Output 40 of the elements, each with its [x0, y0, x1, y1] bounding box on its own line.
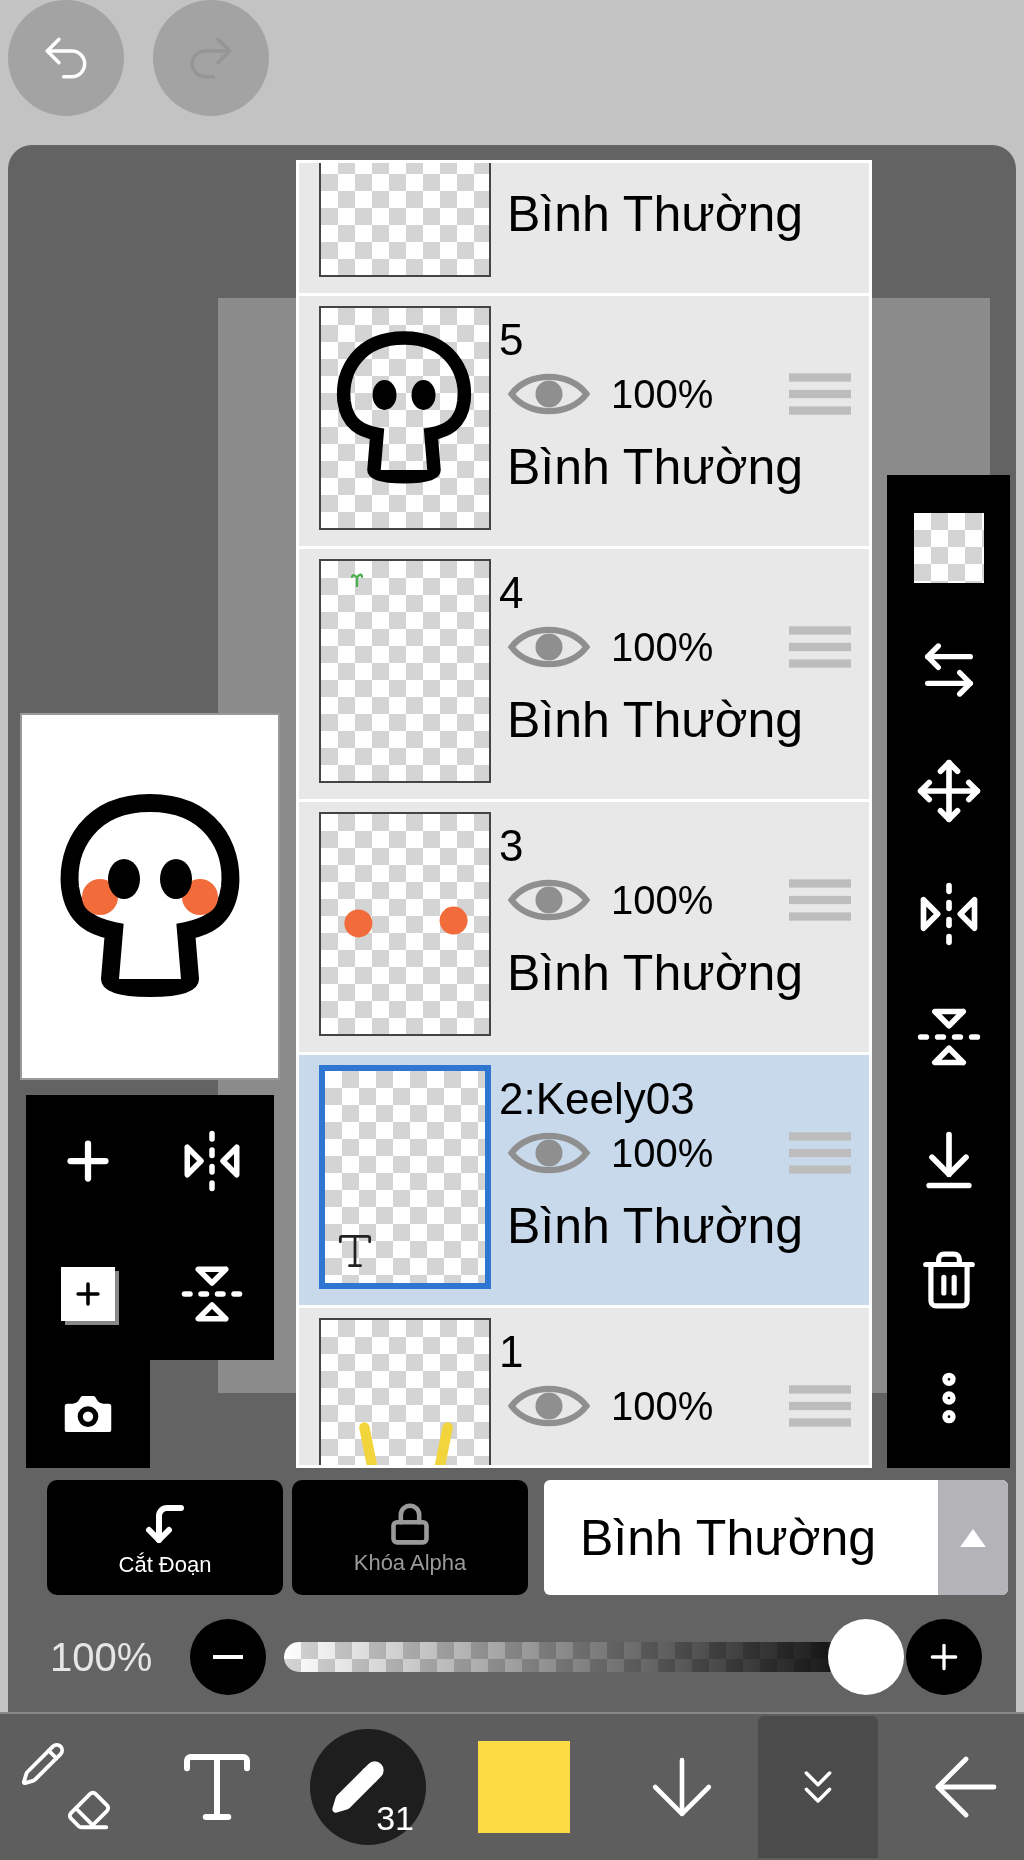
drag-handle-icon[interactable] [789, 624, 851, 670]
blend-mode-value: Bình Thường [579, 1512, 878, 1563]
layer-row[interactable]: 4 100% Bình Thường [299, 549, 869, 799]
layer-row[interactable]: 2:Keely03 100% Bình Thường [299, 1055, 869, 1305]
layer-name: 3 [499, 824, 524, 868]
layer-row[interactable]: 5 100% Bình Thường [299, 296, 869, 546]
blend-mode-label: Bình Thường [506, 442, 805, 492]
canvas-preview[interactable] [20, 713, 280, 1080]
opacity-reading: 100% [50, 1637, 154, 1677]
blend-mode-label: Bình Thường [506, 189, 805, 239]
layer-opacity: 100% [611, 1386, 714, 1426]
drag-handle-icon[interactable] [789, 877, 851, 923]
layer-row[interactable]: Bình Thường [299, 163, 869, 293]
layer-opacity: 100% [611, 374, 714, 414]
layer-name: 1 [499, 1330, 524, 1374]
layer-name: 4 [499, 571, 524, 615]
layer-row[interactable]: 3 100% Bình Thường [299, 802, 869, 1052]
brush-size-button[interactable]: 31 [310, 1729, 426, 1845]
camera-button[interactable] [26, 1360, 150, 1468]
color-swatch[interactable] [478, 1741, 570, 1833]
triangle-up-icon [960, 1528, 986, 1547]
sprout-drawing [351, 571, 363, 587]
opacity-slider[interactable] [284, 1619, 904, 1695]
layer-row[interactable]: 1 100% [299, 1308, 869, 1465]
blend-mode-label: Bình Thường [506, 1201, 805, 1251]
drag-handle-icon[interactable] [789, 371, 851, 417]
layer-opacity: 100% [611, 1133, 714, 1173]
layer-opacity: 100% [611, 880, 714, 920]
drag-handle-icon[interactable] [789, 1130, 851, 1176]
layer-name: 2:Keely03 [499, 1077, 695, 1121]
minus-icon [213, 1655, 243, 1659]
blend-mode-label: Bình Thường [506, 948, 805, 998]
clipping-button[interactable]: Cắt Đoạn [47, 1480, 283, 1595]
layer-opacity: 100% [611, 627, 714, 667]
layer-name: 5 [499, 318, 524, 362]
transparency-icon[interactable] [913, 512, 984, 583]
blend-mode-dropdown[interactable]: Bình Thường [544, 1480, 1008, 1595]
lock-icon [388, 1501, 432, 1546]
drag-handle-icon[interactable] [789, 1383, 851, 1429]
blend-mode-label: Bình Thường [506, 695, 805, 745]
